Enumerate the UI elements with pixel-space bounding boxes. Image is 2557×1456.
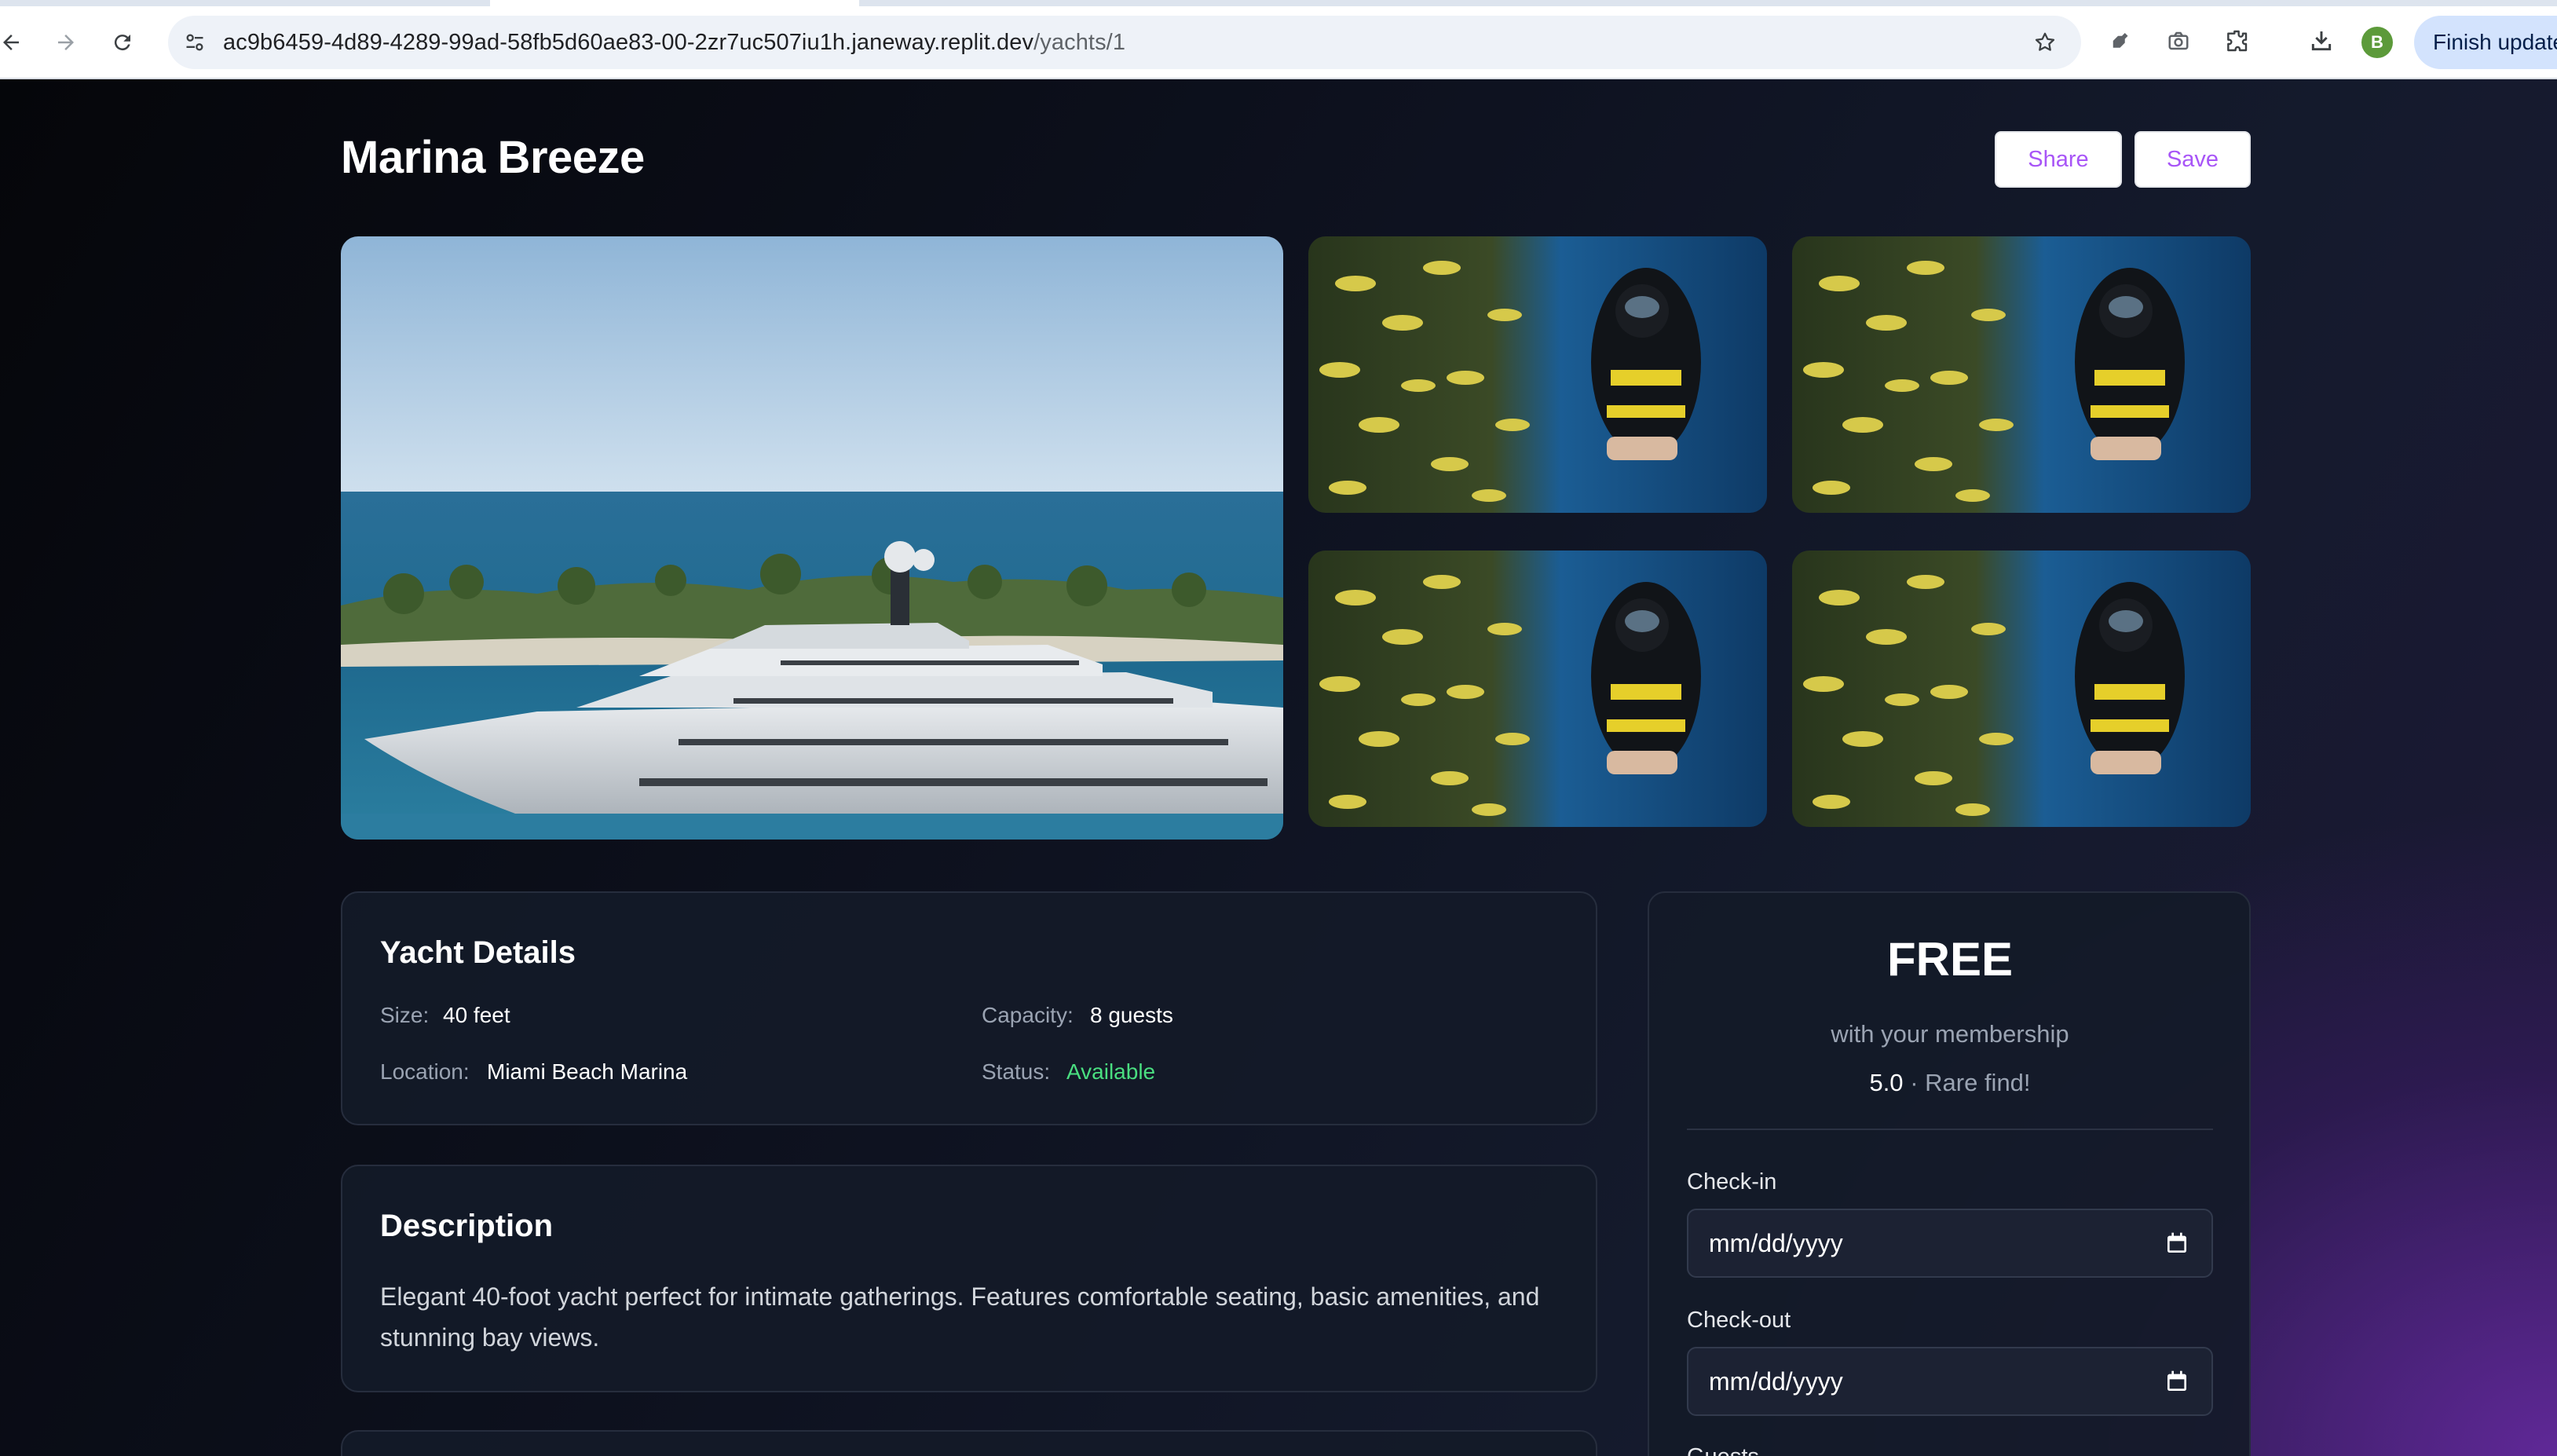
site-info-icon[interactable] <box>179 27 210 58</box>
location-label: Location: <box>380 1059 470 1084</box>
page-content: Marina Breeze Share Save Yacht Details S… <box>0 79 2557 1456</box>
calendar-icon[interactable] <box>2164 1369 2189 1394</box>
finish-update-button[interactable]: Finish update <box>2414 16 2557 69</box>
size-value: 40 feet <box>443 1003 510 1027</box>
rating-value: 5.0 <box>1869 1069 1904 1096</box>
camera-icon[interactable] <box>2161 24 2196 58</box>
additional-card <box>341 1430 1597 1456</box>
share-button[interactable]: Share <box>1995 131 2122 188</box>
status-badge: Available <box>1066 1059 1156 1084</box>
tab-strip <box>0 0 2557 6</box>
url-text[interactable]: ac9b6459-4d89-4289-99ad-58fb5d60ae83-00-… <box>223 16 1125 69</box>
capacity-value: 8 guests <box>1090 1003 1173 1027</box>
checkin-date-input[interactable]: mm/dd/yyyy <box>1687 1209 2213 1278</box>
price-note: with your membership <box>1831 1020 2069 1048</box>
address-bar[interactable]: ac9b6459-4d89-4289-99ad-58fb5d60ae83-00-… <box>168 16 2081 69</box>
rating-note: Rare find! <box>1925 1069 2031 1096</box>
extensions-icon[interactable] <box>2219 24 2254 58</box>
rating: 5.0 · Rare find! <box>1649 1069 2251 1097</box>
checkout-date-input[interactable]: mm/dd/yyyy <box>1687 1347 2213 1416</box>
status-label: Status: <box>982 1059 1051 1084</box>
price-text: FREE <box>1886 933 2014 986</box>
gallery-thumbnail[interactable] <box>1792 236 2251 513</box>
gallery-thumbnail[interactable] <box>1792 551 2251 827</box>
yacht-details-heading: Yacht Details <box>380 935 576 970</box>
forward-icon[interactable] <box>49 25 83 60</box>
bookmark-star-icon[interactable] <box>2029 27 2061 58</box>
browser-toolbar: ac9b6459-4d89-4289-99ad-58fb5d60ae83-00-… <box>0 0 2557 79</box>
booking-card: FREE with your membership 5.0 · Rare fin… <box>1648 891 2251 1456</box>
calendar-icon[interactable] <box>2164 1231 2189 1256</box>
reload-icon[interactable] <box>105 25 140 60</box>
yacht-details-card: Yacht Details Size: 40 feet Capacity: 8 … <box>341 891 1597 1125</box>
profile-avatar[interactable]: B <box>2361 27 2393 58</box>
back-icon[interactable] <box>0 25 28 60</box>
divider <box>1687 1129 2213 1130</box>
checkin-value: mm/dd/yyyy <box>1709 1229 1843 1257</box>
gallery-thumbnail[interactable] <box>1308 551 1767 827</box>
guests-label: Guests <box>1687 1444 1759 1456</box>
checkin-label: Check-in <box>1687 1169 1777 1194</box>
checkout-value: mm/dd/yyyy <box>1709 1367 1843 1396</box>
page-title: Marina Breeze <box>341 132 645 183</box>
capacity-label: Capacity: <box>982 1003 1074 1027</box>
gallery-thumbnail[interactable] <box>1308 236 1767 513</box>
active-tab[interactable] <box>490 0 859 6</box>
description-heading: Description <box>380 1209 554 1243</box>
location-value: Miami Beach Marina <box>487 1059 688 1084</box>
description-card: Description Elegant 40-foot yacht perfec… <box>341 1165 1597 1392</box>
description-text: Elegant 40-foot yacht perfect for intima… <box>380 1282 1540 1352</box>
save-button[interactable]: Save <box>2134 131 2251 188</box>
rating-separator: · <box>1910 1069 1919 1096</box>
size-label: Size: <box>380 1003 430 1027</box>
main-yacht-photo[interactable] <box>341 236 1283 840</box>
download-icon[interactable] <box>2304 24 2339 58</box>
extension-puzzle-icon[interactable] <box>2105 24 2139 58</box>
checkout-label: Check-out <box>1687 1308 1791 1333</box>
